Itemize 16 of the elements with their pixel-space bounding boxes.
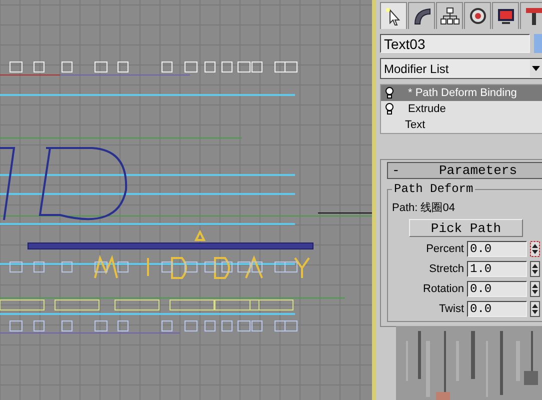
stack-item[interactable]: Text — [381, 117, 542, 133]
rollout-header[interactable]: - Parameters — [387, 162, 542, 179]
spinner-field[interactable]: 1.0 — [467, 261, 527, 277]
spinner-label: Rotation — [423, 283, 464, 295]
spinner-label: Stretch — [429, 263, 464, 275]
object-name-field[interactable]: Text03 — [380, 34, 530, 53]
spinner-field[interactable]: 0.0 — [467, 241, 527, 257]
modifier-list-dropdown[interactable]: Modifier List — [380, 58, 542, 79]
stack-item[interactable]: * Path Deform Binding — [381, 85, 542, 101]
spinner-label: Percent — [426, 243, 464, 255]
pick-path-button[interactable]: Pick Path — [409, 219, 523, 237]
path-label: Path: 线圈04 — [392, 201, 456, 215]
spinner-label: Twist — [438, 303, 464, 315]
spinner-field[interactable]: 0.0 — [467, 301, 527, 317]
stack-item[interactable]: Extrude — [381, 101, 542, 117]
spinner-field[interactable]: 0.0 — [467, 281, 527, 297]
